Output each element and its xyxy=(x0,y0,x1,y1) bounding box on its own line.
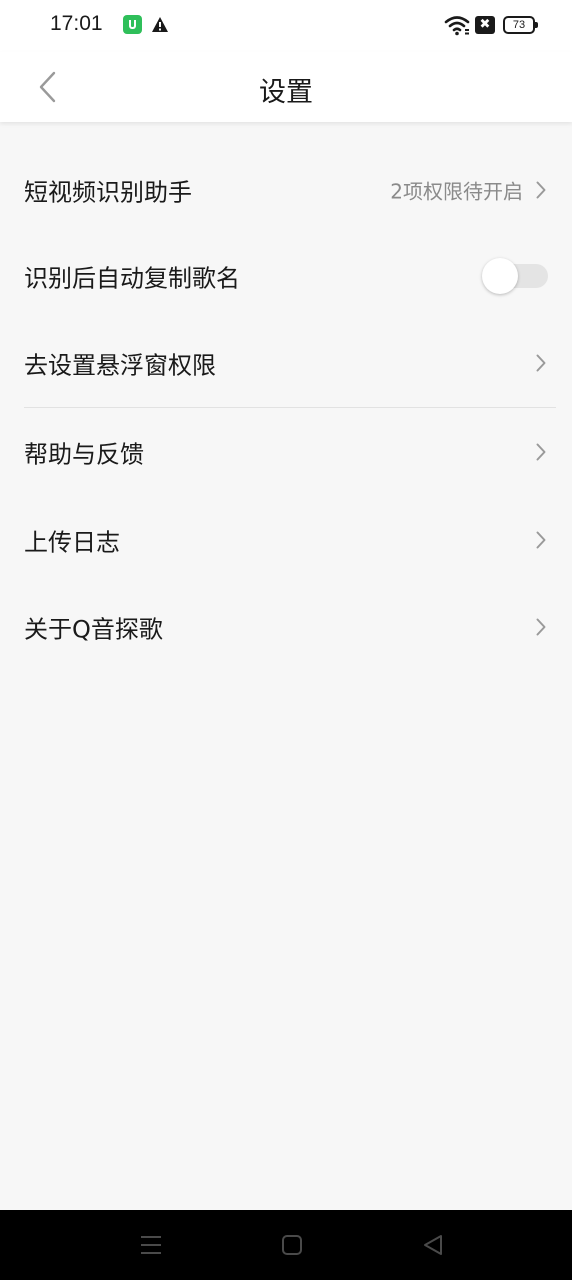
settings-item-label: 帮助与反馈 xyxy=(24,440,144,469)
settings-item-label: 去设置悬浮窗权限 xyxy=(24,351,216,380)
wifi-icon xyxy=(444,16,470,36)
status-time: 17:01 xyxy=(50,12,103,35)
toggle-knob xyxy=(482,257,518,294)
sim-icon: ✖ xyxy=(475,16,495,34)
app-header: 设置 xyxy=(0,52,572,122)
chevron-right-icon xyxy=(536,531,546,548)
menu-icon[interactable] xyxy=(139,1234,163,1256)
settings-screen: 17:01 ✖ 73 设置 短视频识别助手 2项权限待开启 识别后自动复制歌名 … xyxy=(0,0,572,1280)
settings-item-label: 短视频识别助手 xyxy=(24,178,192,207)
chevron-right-icon xyxy=(536,618,546,635)
settings-item-upload-log[interactable]: 上传日志 xyxy=(0,496,572,583)
battery-icon: 73 xyxy=(503,16,538,34)
app-notification-icon xyxy=(123,15,142,34)
settings-item-label: 上传日志 xyxy=(24,528,120,556)
page-title: 设置 xyxy=(259,77,313,108)
battery-level: 73 xyxy=(512,19,526,31)
settings-item-label: 关于Q音探歌 xyxy=(24,615,163,643)
settings-item-value: 2项权限待开启 xyxy=(390,179,523,204)
settings-item-label: 识别后自动复制歌名 xyxy=(24,264,240,292)
chevron-right-icon xyxy=(536,443,546,461)
system-nav-bar xyxy=(0,1210,572,1280)
settings-list: 短视频识别助手 2项权限待开启 识别后自动复制歌名 去设置悬浮窗权限 帮助与反馈 xyxy=(0,122,572,670)
status-bar: 17:01 ✖ 73 xyxy=(0,0,572,52)
home-icon[interactable] xyxy=(281,1234,303,1256)
warning-icon xyxy=(152,17,168,32)
auto-copy-toggle[interactable] xyxy=(482,257,548,294)
settings-item-about[interactable]: 关于Q音探歌 xyxy=(0,583,572,670)
chevron-right-icon xyxy=(536,181,546,199)
settings-item-auto-copy-song: 识别后自动复制歌名 xyxy=(0,232,572,319)
chevron-right-icon xyxy=(536,354,546,372)
settings-item-help-feedback[interactable]: 帮助与反馈 xyxy=(0,408,572,496)
settings-item-float-window-permission[interactable]: 去设置悬浮窗权限 xyxy=(0,319,572,407)
back-triangle-icon[interactable] xyxy=(421,1233,445,1257)
